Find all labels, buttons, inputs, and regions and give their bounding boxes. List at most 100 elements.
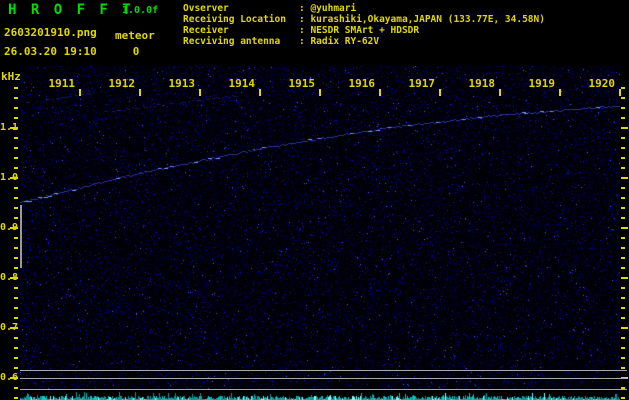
x-tick-mark — [499, 89, 501, 96]
y-tick-label: 1.0 — [0, 172, 19, 183]
y-tick-label: 0.7 — [0, 322, 19, 333]
y-tick-label: 0.9 — [0, 222, 19, 233]
y-tick-mark — [621, 307, 625, 309]
detection-band-marker — [20, 205, 22, 268]
y-tick-mark — [621, 107, 625, 109]
meteor-count-label: meteor — [115, 29, 155, 42]
y-tick-mark — [14, 317, 18, 319]
y-tick-mark — [14, 307, 18, 309]
spectrogram-plot: 1911 1912 1913 1914 1915 1916 1917 1918 1919 1920 — [20, 66, 621, 400]
timestamp: 26.03.20 19:10 — [4, 45, 97, 58]
app-version: 1.0.0f — [122, 5, 159, 16]
y-tick-mark — [621, 237, 625, 239]
y-tick-mark — [14, 97, 18, 99]
y-tick-mark — [621, 277, 628, 279]
app-title: H R O F F T — [8, 2, 134, 18]
y-tick-mark — [14, 137, 18, 139]
y-tick-mark — [621, 187, 625, 189]
y-tick-mark — [14, 87, 18, 89]
y-tick-mark — [621, 87, 625, 89]
y-tick-mark — [14, 207, 18, 209]
y-tick-mark — [14, 337, 18, 339]
y-tick-mark — [621, 367, 625, 369]
y-tick-label: 0.6 — [0, 372, 19, 383]
y-tick-mark — [621, 297, 625, 299]
output-filename: 2603201910.png — [4, 26, 97, 39]
y-tick-mark — [14, 157, 18, 159]
info-row-location: Receiving Locationkurashiki,Okayama,JAPA… — [183, 14, 545, 25]
y-tick-mark — [14, 117, 18, 119]
x-tick-mark — [259, 89, 261, 96]
y-tick-mark — [621, 397, 625, 399]
x-tick-label: 1917 — [408, 77, 436, 90]
info-row-observer: Ovserver@yuhmari — [183, 3, 545, 14]
observer-info-block: Ovserver@yuhmari Receiving Locationkuras… — [183, 3, 545, 47]
y-tick-mark — [621, 127, 628, 129]
signal-level-strip — [20, 390, 620, 400]
y-tick-mark — [621, 347, 625, 349]
hrofft-window: H R O F F T 1.0.0f 2603201910.png meteor… — [0, 0, 629, 400]
y-tick-mark — [14, 217, 18, 219]
y-tick-label: 1.1 — [0, 122, 19, 133]
y-tick-mark — [14, 397, 18, 399]
y-tick-mark — [621, 227, 628, 229]
x-tick-mark — [139, 89, 141, 96]
x-tick-label: 1913 — [168, 77, 196, 90]
y-tick-label: 0.8 — [0, 272, 19, 283]
y-tick-mark — [14, 257, 18, 259]
y-tick-mark — [14, 287, 18, 289]
x-tick-label: 1915 — [288, 77, 316, 90]
reference-line-upper — [20, 370, 627, 371]
y-tick-mark — [14, 297, 18, 299]
y-tick-mark — [621, 327, 628, 329]
x-tick-mark — [79, 89, 81, 96]
y-tick-mark — [14, 187, 18, 189]
y-tick-mark — [621, 157, 625, 159]
y-tick-mark — [14, 247, 18, 249]
x-tick-mark — [559, 89, 561, 96]
y-tick-mark — [14, 357, 18, 359]
info-row-antenna: Recviving antennaRadix RY-62V — [183, 36, 545, 47]
x-tick-label: 1911 — [48, 77, 76, 90]
info-row-receiver: ReceiverNESDR SMArt + HDSDR — [183, 25, 545, 36]
y-tick-mark — [621, 167, 625, 169]
y-tick-mark — [14, 367, 18, 369]
y-tick-mark — [14, 197, 18, 199]
reference-line-middle — [20, 378, 627, 379]
y-tick-mark — [621, 147, 625, 149]
y-tick-mark — [14, 147, 18, 149]
x-tick-mark — [379, 89, 381, 96]
y-tick-mark — [621, 357, 625, 359]
y-tick-mark — [621, 217, 625, 219]
x-tick-label: 1918 — [468, 77, 496, 90]
y-tick-mark — [621, 197, 625, 199]
y-tick-mark — [14, 167, 18, 169]
y-tick-mark — [14, 237, 18, 239]
x-tick-label: 1919 — [528, 77, 556, 90]
y-tick-mark — [621, 137, 625, 139]
x-tick-label: 1914 — [228, 77, 256, 90]
y-tick-mark — [621, 267, 625, 269]
y-tick-mark — [621, 257, 625, 259]
y-tick-mark — [621, 177, 628, 179]
y-tick-mark — [621, 317, 625, 319]
y-tick-mark — [621, 287, 625, 289]
x-tick-mark — [199, 89, 201, 96]
y-tick-mark — [14, 387, 18, 389]
y-tick-mark — [621, 337, 625, 339]
x-tick-label: 1920 — [588, 77, 616, 90]
x-tick-label: 1916 — [348, 77, 376, 90]
spectrogram-canvas — [20, 66, 620, 400]
y-tick-mark — [14, 267, 18, 269]
x-tick-mark — [319, 89, 321, 96]
y-axis-unit-label: kHz — [1, 70, 21, 83]
y-tick-mark — [621, 117, 625, 119]
y-tick-mark — [14, 347, 18, 349]
x-tick-mark — [619, 89, 621, 96]
y-tick-mark — [14, 107, 18, 109]
meteor-count-value: 0 — [132, 45, 140, 58]
x-tick-label: 1912 — [108, 77, 136, 90]
y-tick-mark — [621, 97, 625, 99]
y-tick-mark — [621, 247, 625, 249]
x-tick-mark — [439, 89, 441, 96]
